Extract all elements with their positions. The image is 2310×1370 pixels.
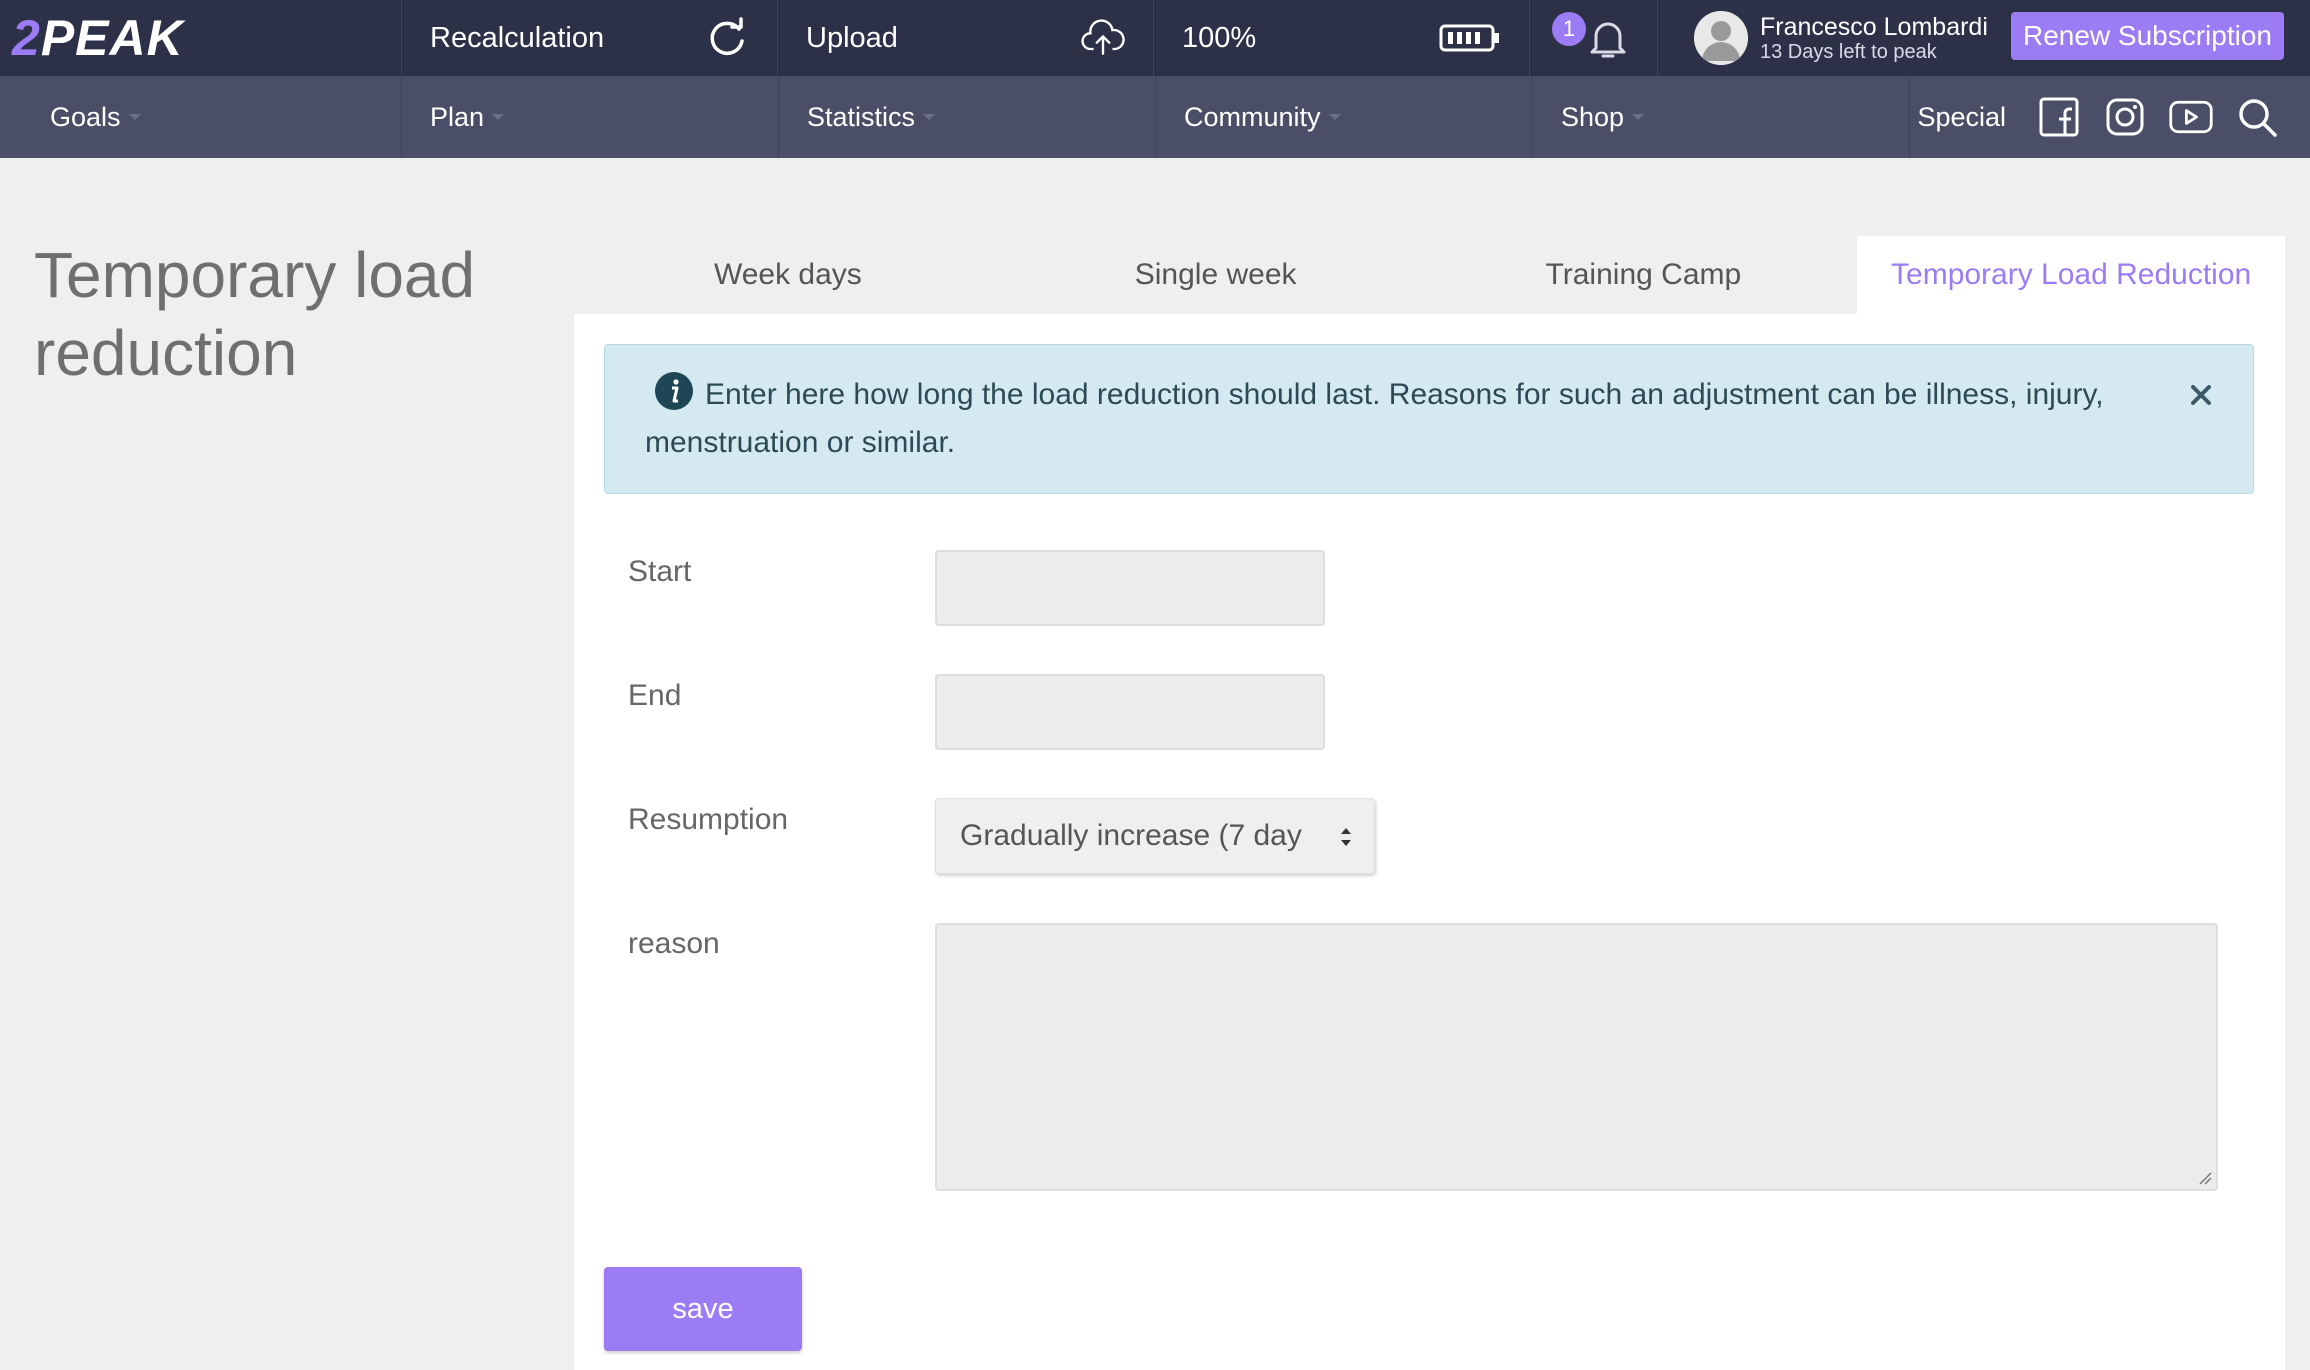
chevron-down-icon [492, 114, 505, 120]
start-label: Start [628, 555, 692, 588]
info-icon [655, 372, 693, 410]
reason-label: reason [628, 927, 720, 960]
refresh-icon [705, 16, 749, 60]
battery-status[interactable]: 100% [1154, 0, 1530, 76]
battery-icon [1439, 16, 1501, 60]
nav-label: Goals [50, 101, 121, 132]
tab-training-camp[interactable]: Training Camp [1430, 236, 1858, 314]
chevron-down-icon [923, 114, 936, 120]
upload-label: Upload [806, 21, 898, 54]
user-menu[interactable]: Francesco Lombardi 13 Days left to peak [1658, 0, 1988, 76]
logo-text: PEAK [40, 10, 184, 66]
search-icon[interactable] [2234, 94, 2280, 140]
nav-item-shop[interactable]: Shop [1533, 76, 1910, 158]
nav-label: Plan [430, 101, 485, 132]
resumption-label: Resumption [628, 803, 789, 836]
notification-badge: 1 [1552, 12, 1586, 46]
resize-grip-icon[interactable] [2198, 1171, 2212, 1185]
tab-week-days[interactable]: Week days [574, 236, 1002, 314]
tab-temporary-load-reduction[interactable]: Temporary Load Reduction [1857, 236, 2285, 314]
youtube-icon[interactable] [2168, 94, 2214, 140]
page-title: Temporary load reduction [34, 239, 476, 389]
bell-icon [1588, 16, 1628, 60]
resumption-select[interactable]: Gradually increase (7 day [935, 798, 1375, 874]
nav-special: Special [1910, 76, 2310, 158]
resumption-value: Gradually increase (7 day [960, 819, 1302, 852]
end-label: End [628, 679, 682, 712]
nav-item-statistics[interactable]: Statistics [779, 76, 1156, 158]
battery-label: 100% [1182, 21, 1257, 54]
select-arrows-icon [1338, 823, 1354, 851]
recalculation-label: Recalculation [430, 21, 605, 54]
alert-text: Enter here how long the load reduction s… [645, 378, 2104, 459]
chevron-down-icon [1328, 114, 1341, 120]
start-date-field[interactable] [935, 550, 1325, 626]
avatar [1694, 11, 1748, 65]
close-icon[interactable] [2187, 381, 2215, 409]
cloud-upload-icon [1081, 16, 1125, 60]
tab-single-week[interactable]: Single week [1002, 236, 1430, 314]
top-bar: 2 PEAK Recalculation Upload 100% 1 France… [0, 0, 2310, 76]
user-subtitle: 13 Days left to peak [1760, 41, 1937, 63]
user-name: Francesco Lombardi [1760, 13, 1988, 41]
nav-item-plan[interactable]: Plan [402, 76, 779, 158]
nav-label: Community [1184, 101, 1321, 132]
main-nav: Goals Plan Statistics Community Shop Spe… [0, 76, 2310, 158]
nav-label: Statistics [807, 101, 916, 132]
chevron-down-icon [128, 114, 141, 120]
info-alert: Enter here how long the load reduction s… [604, 344, 2254, 494]
reason-textarea[interactable] [935, 923, 2218, 1191]
chevron-down-icon [1632, 114, 1645, 120]
facebook-icon[interactable] [2036, 94, 2082, 140]
upload-button[interactable]: Upload [778, 0, 1154, 76]
logo-prefix: 2 [12, 10, 41, 66]
notifications-button[interactable]: 1 [1530, 0, 1658, 76]
tab-bar: Week days Single week Training Camp Temp… [574, 236, 2285, 314]
renew-subscription-button[interactable]: Renew Subscription [2010, 12, 2284, 60]
nav-item-special[interactable]: Special [1917, 102, 2006, 133]
end-date-field[interactable] [935, 674, 1325, 750]
recalculation-button[interactable]: Recalculation [402, 0, 778, 76]
nav-item-community[interactable]: Community [1156, 76, 1533, 158]
nav-item-goals[interactable]: Goals [0, 76, 402, 158]
save-button[interactable]: save [604, 1267, 802, 1351]
tab-panel: Enter here how long the load reduction s… [574, 314, 2285, 1370]
logo[interactable]: 2 PEAK [0, 0, 402, 76]
instagram-icon[interactable] [2102, 94, 2148, 140]
nav-label: Shop [1561, 101, 1625, 132]
